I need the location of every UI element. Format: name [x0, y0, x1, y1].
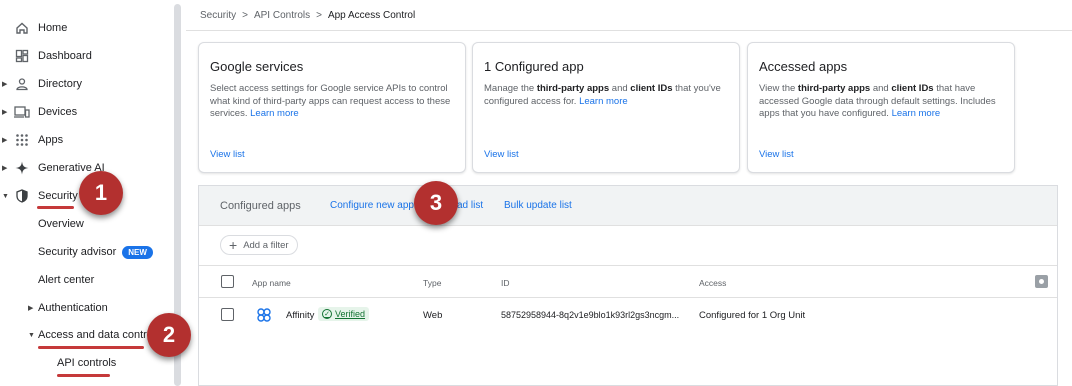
- annotation-step-2: 2: [147, 313, 191, 357]
- sidebar-item-home[interactable]: Home: [0, 14, 172, 42]
- verified-badge: ✓ Verified: [318, 307, 370, 321]
- sidebar-item-security-advisor[interactable]: Security advisor NEW: [38, 242, 153, 262]
- card-description: Select access settings for Google servic…: [210, 83, 451, 119]
- sidebar-item-alert-center[interactable]: Alert center: [38, 270, 94, 290]
- sidebar-item-directory[interactable]: ▶ Directory: [0, 70, 172, 98]
- devices-icon: [14, 104, 30, 120]
- annotation-underline-api-controls: [57, 374, 110, 377]
- annotation-step-1: 1: [79, 171, 123, 215]
- expand-arrow-icon[interactable]: ▶: [2, 80, 10, 88]
- breadcrumb-security[interactable]: Security: [200, 10, 236, 21]
- add-filter-button[interactable]: + Add a filter: [220, 235, 298, 255]
- affinity-app-icon: [256, 307, 272, 328]
- table-header: App name Type ID Access: [199, 265, 1057, 298]
- sidebar-item-access-data-control[interactable]: ▼ Access and data control: [28, 325, 156, 345]
- person-icon: [14, 76, 30, 92]
- column-header-app-name[interactable]: App name: [252, 278, 291, 288]
- card-google-services: Google services Select access settings f…: [198, 42, 466, 173]
- table-row[interactable]: Affinity ✓ Verified Web 58752958944-8q2v…: [199, 298, 1057, 332]
- configured-apps-panel: Configured apps Configure new app ad lis…: [198, 185, 1058, 386]
- expand-arrow-icon[interactable]: ▶: [2, 164, 10, 172]
- row-checkbox[interactable]: [221, 308, 234, 321]
- learn-more-link[interactable]: Learn more: [892, 108, 941, 119]
- download-list-button[interactable]: ad list: [457, 200, 483, 211]
- panel-title: Configured apps: [220, 200, 301, 212]
- select-all-checkbox[interactable]: [221, 275, 234, 288]
- expand-arrow-icon[interactable]: ▶: [28, 304, 33, 312]
- app-access: Configured for 1 Org Unit: [699, 310, 806, 321]
- column-header-id[interactable]: ID: [501, 278, 510, 288]
- sparkle-icon: [14, 160, 30, 176]
- view-list-link[interactable]: View list: [484, 149, 519, 160]
- dashboard-icon: [14, 48, 30, 64]
- expand-arrow-icon[interactable]: ▶: [2, 108, 10, 116]
- breadcrumb-separator: >: [242, 10, 248, 21]
- card-title: 1 Configured app: [484, 59, 584, 74]
- sidebar-item-label: Home: [38, 22, 68, 34]
- plus-icon: +: [229, 237, 238, 253]
- annotation-underline-security: [37, 206, 74, 209]
- filter-label: Add a filter: [243, 239, 289, 251]
- sidebar-item-authentication[interactable]: ▶ Authentication: [28, 298, 108, 318]
- annotation-step-3: 3: [414, 181, 458, 225]
- card-description: Manage the third-party apps and client I…: [484, 83, 721, 107]
- sidebar-item-overview[interactable]: Overview: [38, 214, 84, 234]
- breadcrumb-api-controls[interactable]: API Controls: [254, 10, 310, 21]
- column-settings-gear-icon[interactable]: [1035, 275, 1048, 288]
- view-list-link[interactable]: View list: [759, 149, 794, 160]
- sidebar-item-label: Devices: [38, 106, 78, 118]
- view-list-link[interactable]: View list: [210, 149, 245, 160]
- divider: [186, 30, 1072, 31]
- learn-more-link[interactable]: Learn more: [250, 108, 299, 119]
- sidebar-item-label: Authentication: [38, 302, 108, 314]
- configure-new-app-button[interactable]: Configure new app: [330, 200, 414, 211]
- sidebar-item-label: Security advisor: [38, 246, 117, 258]
- app-name-link[interactable]: Affinity: [286, 310, 314, 321]
- panel-header: Configured apps Configure new app ad lis…: [199, 186, 1057, 226]
- sidebar-item-api-controls[interactable]: API controls: [57, 353, 116, 373]
- card-description: View the third-party apps and client IDs…: [759, 83, 996, 119]
- sidebar-item-devices[interactable]: ▶ Devices: [0, 98, 172, 126]
- breadcrumb: Security > API Controls > App Access Con…: [200, 10, 415, 21]
- sidebar-item-label: Security: [38, 190, 78, 202]
- expand-arrow-icon[interactable]: ▶: [2, 136, 10, 144]
- sidebar-item-apps[interactable]: ▶ Apps: [0, 126, 172, 154]
- sidebar-item-label: Apps: [38, 134, 64, 146]
- shield-icon: [14, 188, 30, 204]
- app-id: 58752958944-8q2v1e9blo1k93rl2gs3ncgm...: [501, 310, 680, 320]
- card-configured-app: 1 Configured app Manage the third-party …: [472, 42, 740, 173]
- breadcrumb-separator: >: [316, 10, 322, 21]
- apps-grid-icon: [14, 132, 30, 148]
- new-badge: NEW: [122, 245, 153, 259]
- sidebar-item-label: Directory: [38, 78, 83, 90]
- sidebar-item-label: Access and data control: [38, 329, 156, 341]
- breadcrumb-current: App Access Control: [327, 10, 416, 21]
- column-header-access[interactable]: Access: [699, 278, 726, 288]
- collapse-arrow-icon[interactable]: ▼: [28, 332, 35, 339]
- check-circle-icon: ✓: [322, 309, 332, 319]
- sidebar-item-label: Dashboard: [38, 50, 92, 62]
- home-icon: [14, 20, 30, 36]
- learn-more-link[interactable]: Learn more: [579, 96, 628, 107]
- app-type: Web: [423, 310, 443, 321]
- collapse-arrow-icon[interactable]: ▼: [2, 193, 10, 200]
- card-title: Accessed apps: [759, 59, 848, 74]
- sidebar-item-dashboard[interactable]: Dashboard: [0, 42, 172, 70]
- card-accessed-apps: Accessed apps View the third-party apps …: [747, 42, 1015, 173]
- card-title: Google services: [210, 59, 304, 74]
- bulk-update-list-button[interactable]: Bulk update list: [504, 200, 572, 211]
- column-header-type[interactable]: Type: [423, 278, 441, 288]
- annotation-underline-access-control: [38, 346, 144, 349]
